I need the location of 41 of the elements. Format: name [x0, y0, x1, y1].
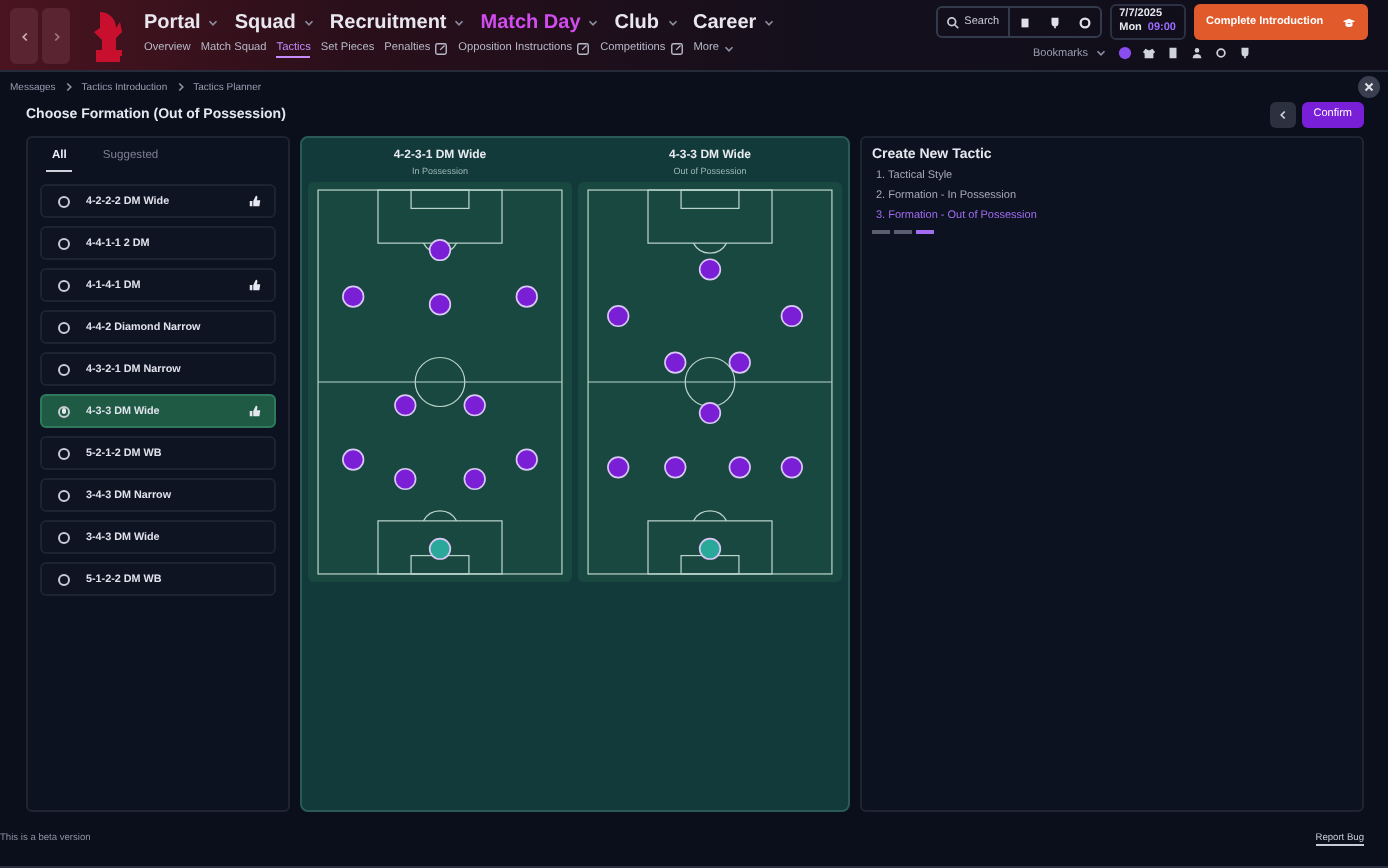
close-button[interactable]	[1358, 76, 1380, 98]
close-icon	[1362, 80, 1376, 94]
nav-menu[interactable]: Recruitment	[329, 11, 467, 33]
chevron-down-icon	[301, 15, 316, 29]
nav-menu[interactable]: Portal	[144, 11, 221, 33]
chevron-down-icon	[722, 41, 737, 55]
radio-icon	[58, 279, 70, 291]
graduation-cap-icon	[1342, 15, 1356, 29]
chevron-right-icon	[61, 80, 76, 94]
ring-icon[interactable]	[1214, 46, 1228, 60]
nav-menu[interactable]: Club	[614, 11, 679, 33]
chevron-down-icon	[452, 15, 467, 29]
settings-icon	[1077, 15, 1092, 29]
trophy-icon	[1047, 15, 1062, 29]
radio-icon	[58, 195, 70, 207]
chevron-right-icon	[49, 29, 63, 43]
nav-menu[interactable]: Career	[693, 11, 777, 33]
back-button[interactable]	[1269, 101, 1296, 127]
shirt-icon[interactable]	[1142, 46, 1156, 60]
radio-icon	[58, 489, 70, 501]
search-icon	[946, 15, 961, 29]
chevron-down-icon	[762, 15, 777, 29]
trophy-icon[interactable]	[1238, 46, 1252, 60]
people-icon[interactable]	[1190, 46, 1204, 60]
nav-menu[interactable]: Squad	[234, 11, 316, 33]
radio-icon	[58, 573, 70, 585]
chevron-down-icon	[586, 15, 601, 29]
chevron-right-icon	[173, 80, 188, 94]
nav-menu[interactable]: Match Day	[480, 11, 601, 33]
chevron-down-icon	[665, 15, 679, 29]
radio-icon	[58, 447, 70, 459]
chevron-left-icon	[17, 29, 31, 43]
radio-icon	[58, 405, 70, 417]
radio-icon	[58, 237, 70, 249]
chevron-down-icon	[206, 15, 221, 29]
chevron-down-icon	[1094, 46, 1108, 60]
chevron-left-icon	[1275, 107, 1290, 121]
square-icon	[1017, 15, 1032, 29]
radio-icon	[58, 321, 70, 333]
radio-icon	[58, 363, 70, 375]
radio-icon	[58, 531, 70, 543]
